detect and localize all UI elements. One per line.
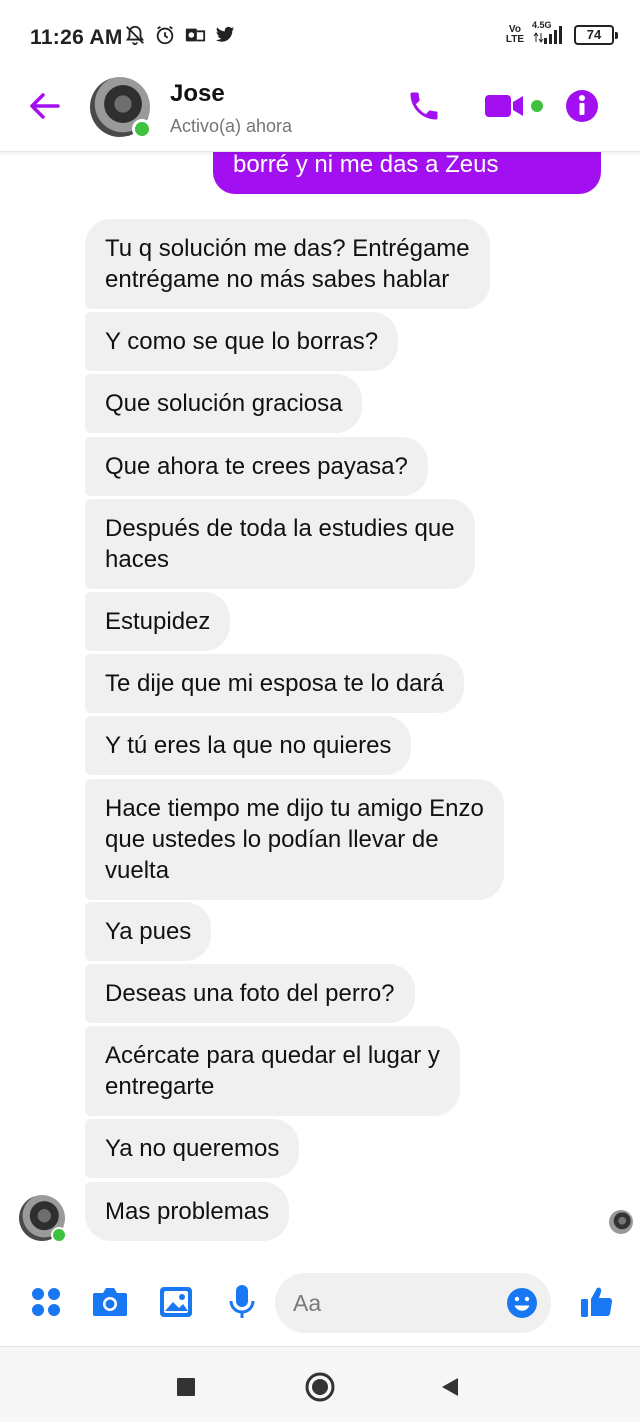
incoming-message[interactable]: Después de toda la estudies que haces xyxy=(85,499,475,589)
incoming-message[interactable]: Que ahora te crees payasa? xyxy=(85,437,428,496)
status-notification-icons xyxy=(124,24,236,46)
video-active-dot xyxy=(531,100,543,112)
back-button[interactable] xyxy=(24,88,68,124)
four-dots-icon xyxy=(32,1288,60,1316)
thumbs-up-icon xyxy=(581,1287,613,1317)
voice-clip-button[interactable] xyxy=(222,1282,262,1322)
more-actions-button[interactable] xyxy=(26,1282,66,1322)
camera-button[interactable] xyxy=(90,1282,130,1322)
online-indicator xyxy=(132,119,152,139)
message-input[interactable] xyxy=(293,1287,493,1319)
microphone-icon xyxy=(229,1285,255,1318)
message-input-container[interactable] xyxy=(275,1273,551,1333)
info-button[interactable] xyxy=(562,86,602,126)
muted-bell-icon xyxy=(125,25,145,46)
contact-name[interactable]: Jose xyxy=(170,80,225,108)
gallery-button[interactable] xyxy=(156,1282,196,1322)
circle-icon xyxy=(305,1372,335,1402)
square-icon xyxy=(177,1378,195,1396)
conversation-header: Jose Activo(a) ahora xyxy=(0,74,640,152)
read-receipt-avatar xyxy=(609,1210,633,1234)
incoming-message[interactable]: Hace tiempo me dijo tu amigo Enzo que us… xyxy=(85,779,504,900)
phone-icon xyxy=(410,92,438,120)
incoming-message[interactable]: Estupidez xyxy=(85,592,231,651)
message-list[interactable]: borré y ni me das a Zeus Tu q solución m… xyxy=(0,152,640,1242)
volte-bottom: LTE xyxy=(505,34,524,45)
status-bar: 11:26 AM Vo LTE 4.5G 74 xyxy=(0,0,640,74)
voice-call-button[interactable] xyxy=(404,86,444,126)
online-indicator xyxy=(51,1227,67,1242)
outlook-icon xyxy=(185,28,206,42)
incoming-message[interactable]: Ya pues xyxy=(85,902,212,961)
smiley-icon xyxy=(507,1288,537,1318)
composer-bar xyxy=(0,1262,640,1346)
system-navigation-bar xyxy=(0,1346,640,1422)
triangle-back-icon xyxy=(442,1378,458,1396)
outgoing-message[interactable]: borré y ni me das a Zeus xyxy=(213,152,601,194)
signal-icon: 4.5G xyxy=(532,20,566,46)
battery-indicator: 74 xyxy=(574,25,618,45)
video-camera-icon xyxy=(485,95,523,117)
twitter-icon xyxy=(215,26,235,42)
recents-button[interactable] xyxy=(168,1369,204,1405)
outgoing-message-text: borré y ni me das a Zeus xyxy=(233,152,499,178)
image-icon xyxy=(160,1287,192,1317)
alarm-clock-icon xyxy=(156,25,174,45)
info-icon xyxy=(566,90,598,122)
status-time: 11:26 AM xyxy=(30,26,123,49)
incoming-message[interactable]: Deseas una foto del perro? xyxy=(85,964,415,1023)
incoming-message[interactable]: Ya no queremos xyxy=(85,1119,300,1178)
arrow-left-icon xyxy=(30,93,60,119)
incoming-message[interactable]: Mas problemas xyxy=(85,1182,290,1241)
incoming-message[interactable]: Acércate para quedar el lugar y entregar… xyxy=(85,1026,460,1116)
status-system-icons: Vo LTE 4.5G 74 xyxy=(506,20,618,46)
nav-back-button[interactable] xyxy=(432,1369,468,1405)
incoming-message[interactable]: Tu q solución me das? Entrégame entrégam… xyxy=(85,219,490,309)
incoming-message[interactable]: Y tú eres la que no quieres xyxy=(85,716,412,775)
contact-status: Activo(a) ahora xyxy=(170,116,293,136)
sender-avatar[interactable] xyxy=(19,1195,67,1242)
incoming-message[interactable]: Te dije que mi esposa te lo dará xyxy=(85,654,464,713)
incoming-message[interactable]: Que solución graciosa xyxy=(85,374,363,433)
incoming-message[interactable]: Y como se que lo borras? xyxy=(85,312,399,371)
home-button[interactable] xyxy=(302,1369,338,1405)
like-button[interactable] xyxy=(577,1282,617,1322)
emoji-button[interactable] xyxy=(505,1286,539,1320)
volte-indicator: Vo LTE xyxy=(506,25,524,45)
contact-avatar[interactable] xyxy=(90,77,152,139)
video-call-button[interactable] xyxy=(482,86,544,126)
camera-icon xyxy=(93,1288,127,1316)
